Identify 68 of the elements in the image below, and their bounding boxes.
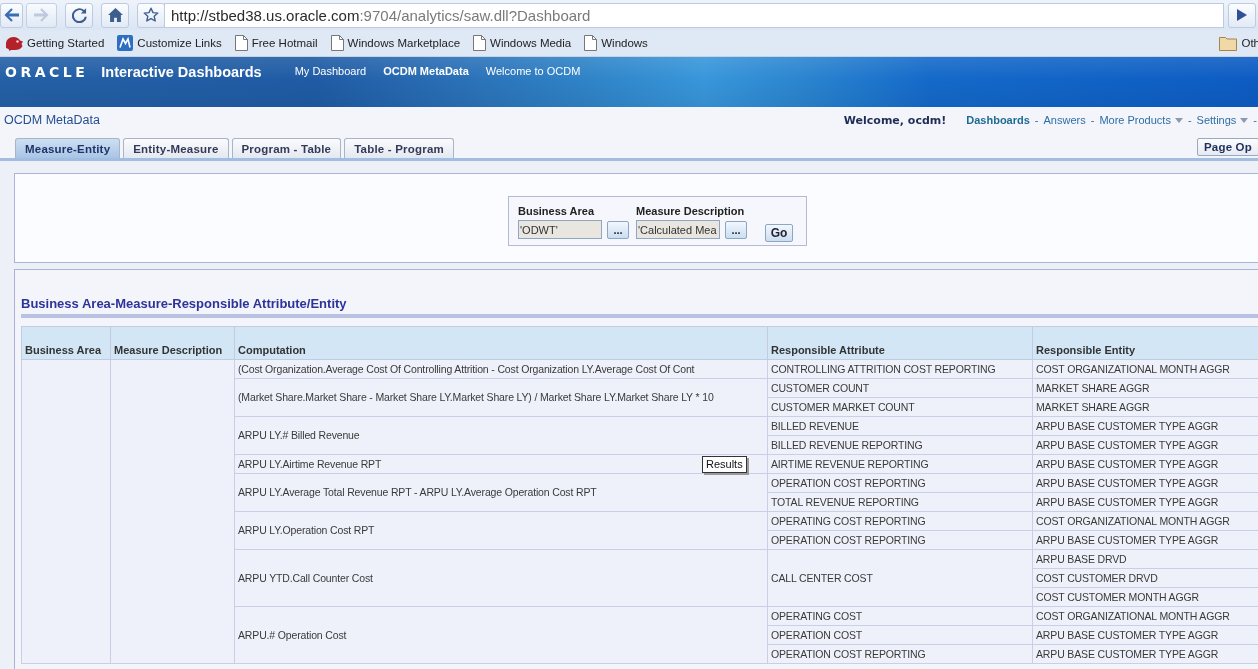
column-header: Responsible Attribute [767,326,1033,360]
caret-icon [1240,118,1249,123]
bookmark-link[interactable]: Windows [584,35,648,51]
browse-button[interactable]: ... [607,220,629,239]
bookmark-link[interactable]: Customize Links [117,35,222,51]
link-separator: - [1253,113,1257,128]
page-icon [330,35,344,51]
page-icon [234,35,248,51]
tab[interactable]: Table - Program [344,138,454,158]
header-link[interactable]: Answers [1043,113,1086,128]
creature-icon [5,35,23,51]
home-icon [107,8,123,22]
page-icon [473,35,487,51]
bookmark-link[interactable]: Windows Media [473,35,572,51]
link-separator: - [1187,113,1192,128]
tab[interactable]: Entity-Measure [123,138,229,158]
nav-link[interactable]: My Dashboard [294,64,367,78]
column-header: Responsible Entity [1032,326,1258,360]
table-cell: ARPU LY.Average Total Revenue RPT - ARPU LY.Average Operation Cost RPT [234,473,768,512]
triangle-right-icon [1237,9,1247,21]
header-link[interactable]: Settings [1196,113,1249,128]
logo-text: ORACLE [5,64,89,80]
column-header: Business Area [21,326,111,360]
bookmark-star-button[interactable] [137,2,165,28]
arrow-right-icon [34,8,49,22]
input-field[interactable]: 'Calculated Mea [636,220,720,239]
reload-icon [71,7,87,23]
back-button[interactable] [0,2,23,28]
arrow-left-icon [4,8,19,22]
table-cell: ARPU LY.Operation Cost RPT [234,511,768,550]
tooltip: Results [702,456,747,473]
page-options-button[interactable]: Page Op [1196,138,1258,156]
app-title: Interactive Dashboards [101,64,262,80]
bookmark-link[interactable]: Free Hotmail [234,35,318,51]
nav-link[interactable]: Welcome to OCDM [485,64,581,78]
caret-icon [1174,118,1183,123]
input-field[interactable]: 'ODWT' [518,220,602,239]
header-link[interactable]: More Products [1099,113,1183,128]
table-cell: ARPU LY.# Billed Revenue [234,416,768,455]
browse-button[interactable]: ... [725,220,747,239]
star-icon [143,7,159,23]
tile-icon [117,35,134,51]
go-button[interactable]: Go [765,224,793,242]
header-link[interactable]: Dashboards [966,113,1030,128]
table-cell: (Market Share.Market Share - Market Share LY.Market Share LY) / Market Share LY.Market Share LY * 10 [234,378,768,417]
table-cell: CALL CENTER COST [767,549,1033,607]
page-icon [584,35,598,51]
address-field[interactable]: http://stbed38.us.oracle.com:9704/analytics/saw.dll?Dashboard [164,2,1224,28]
field-label: Business Area [518,204,596,218]
folder-icon [1219,35,1238,51]
dashboard-title: OCDM MetaData [4,113,100,128]
tab[interactable]: Measure-Entity [15,138,121,158]
reload-button[interactable] [65,2,93,28]
go-button[interactable] [1228,2,1256,28]
column-header: Measure Description [110,326,235,360]
bookmark-link[interactable]: Getting Started [5,35,105,51]
report-title: Business Area-Measure-Responsible Attribute/Entity [21,296,1258,318]
tab[interactable]: Program - Table [231,138,342,158]
column-header: Computation [234,326,768,360]
home-button[interactable] [101,2,129,28]
table-cell: ARPU.# Operation Cost [234,606,768,664]
bookmark-link[interactable]: Windows Marketplace [330,35,461,51]
link-separator: - [1034,113,1039,128]
table-cell: ARPU YTD.Call Counter Cost [234,549,768,607]
field-label: Measure Description [636,204,746,218]
link-separator: - [1090,113,1095,128]
welcome-text: Welcome, ocdm! [843,113,947,128]
nav-link[interactable]: OCDM MetaData [383,64,469,78]
